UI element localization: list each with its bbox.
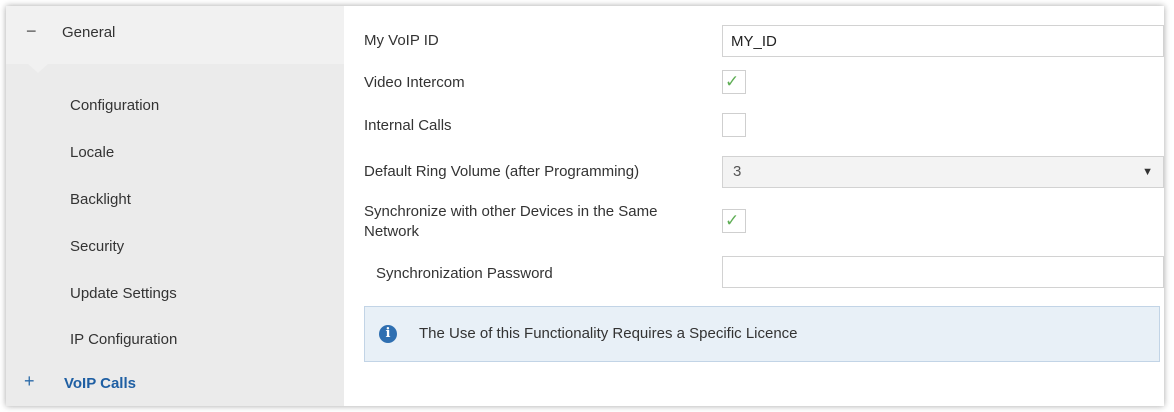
ring-volume-label: Default Ring Volume (after Programming) <box>364 163 640 180</box>
sidebar-item-label: Backlight <box>70 191 131 208</box>
sidebar-item-label: Update Settings <box>70 285 177 302</box>
sidebar-item-update-settings[interactable]: Update Settings <box>6 274 344 314</box>
internal-calls-checkbox[interactable] <box>722 113 746 137</box>
collapse-icon[interactable]: − <box>26 21 37 42</box>
info-icon: i <box>379 325 397 343</box>
sidebar-group-general[interactable]: − General <box>6 6 344 64</box>
sync-devices-label: Synchronize with other Devices in the Sa… <box>364 203 658 240</box>
sidebar-item-label: Configuration <box>70 97 160 114</box>
ring-volume-select[interactable]: 3 ▼ <box>722 156 1164 188</box>
expand-icon[interactable]: + <box>24 371 35 392</box>
sidebar: − General Configuration Locale Backlight… <box>6 6 344 406</box>
sidebar-item-security[interactable]: Security <box>6 227 344 267</box>
internal-calls-label: Internal Calls <box>364 117 452 134</box>
checkmark-icon: ✓ <box>725 72 740 91</box>
sidebar-item-ip-configuration[interactable]: IP Configuration <box>6 320 344 360</box>
sidebar-item-configuration[interactable]: Configuration <box>6 86 344 126</box>
licence-info-box: i The Use of this Functionality Requires… <box>364 306 1160 362</box>
video-intercom-label: Video Intercom <box>364 74 465 91</box>
sidebar-item-label: IP Configuration <box>70 331 178 348</box>
sidebar-item-label: Locale <box>70 144 115 161</box>
selection-notch <box>28 64 48 73</box>
sidebar-group-label: VoIP Calls <box>64 375 136 392</box>
sidebar-item-locale[interactable]: Locale <box>6 133 344 173</box>
app-window: − General Configuration Locale Backlight… <box>6 6 1164 406</box>
settings-panel: My VoIP ID MY_ID Video Intercom ✓ Intern… <box>344 6 1164 406</box>
checkmark-icon: ✓ <box>725 211 740 230</box>
video-intercom-checkbox[interactable]: ✓ <box>722 70 746 94</box>
sync-devices-checkbox[interactable]: ✓ <box>722 209 746 233</box>
chevron-down-icon: ▼ <box>1142 166 1153 178</box>
sync-password-label: Synchronization Password <box>376 265 553 282</box>
sync-password-input[interactable] <box>722 256 1164 288</box>
voip-id-input[interactable]: MY_ID <box>722 25 1164 57</box>
sidebar-group-label: General <box>62 24 116 41</box>
sidebar-item-label: Security <box>70 238 125 255</box>
info-message: The Use of this Functionality Requires a… <box>419 325 798 342</box>
sidebar-item-backlight[interactable]: Backlight <box>6 180 344 220</box>
sidebar-group-voip-calls[interactable]: + VoIP Calls <box>6 360 344 406</box>
voip-id-label: My VoIP ID <box>364 32 439 49</box>
ring-volume-value: 3 <box>733 163 742 180</box>
